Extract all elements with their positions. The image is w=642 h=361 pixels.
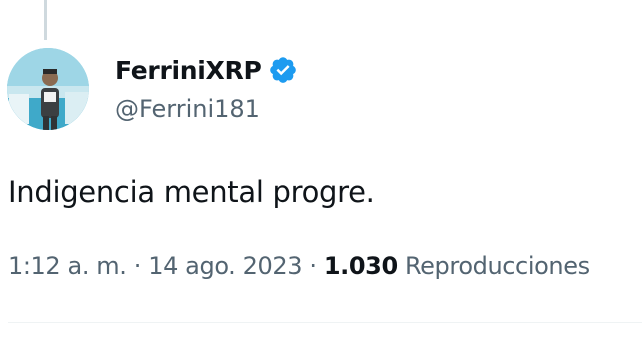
- tweet-meta: 1:12 a. m. · 14 ago. 2023 · 1.030 Reprod…: [8, 252, 590, 280]
- views-label: Reproducciones: [404, 252, 590, 280]
- tweet-detail: FerriniXRP @Ferrini181 Indigencia mental…: [0, 0, 642, 361]
- tweet-time[interactable]: 1:12 a. m.: [8, 252, 127, 280]
- display-name[interactable]: FerriniXRP: [115, 56, 262, 85]
- views-count: 1.030: [323, 252, 398, 280]
- author-name-row[interactable]: FerriniXRP: [115, 52, 298, 88]
- author-handle[interactable]: @Ferrini181: [115, 95, 260, 123]
- meta-separator-1: ·: [133, 252, 142, 280]
- tweet-text: Indigencia mental progre.: [8, 175, 375, 209]
- tweet-date[interactable]: 14 ago. 2023: [148, 252, 302, 280]
- meta-separator-2: ·: [309, 252, 317, 280]
- avatar[interactable]: [7, 48, 89, 130]
- divider: [8, 322, 642, 323]
- avatar-photo: [7, 48, 89, 130]
- thread-connector-line: [44, 0, 47, 40]
- verified-badge-icon: [268, 55, 298, 85]
